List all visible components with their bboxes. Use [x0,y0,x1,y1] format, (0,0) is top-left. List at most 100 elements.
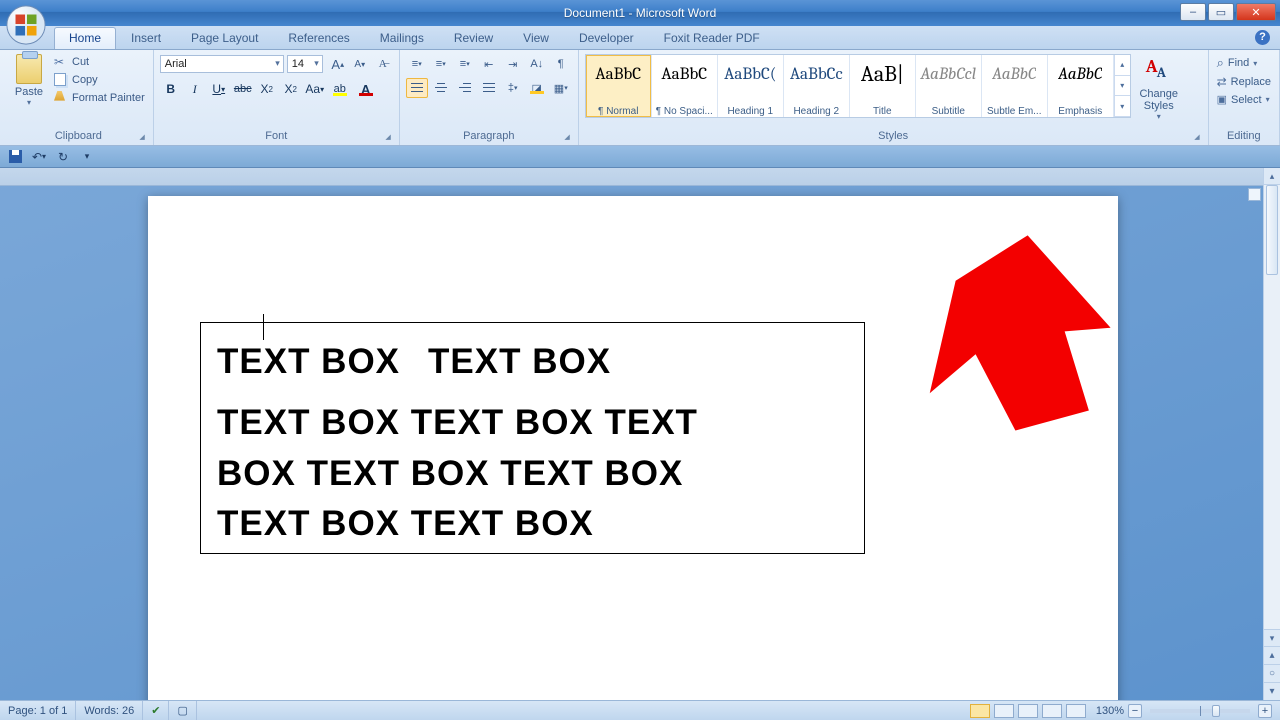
tab-view[interactable]: View [508,27,564,49]
zoom-slider-thumb[interactable] [1212,705,1220,717]
subscript-button[interactable]: X2 [256,78,278,100]
styles-gallery[interactable]: AaBbC¶ NormalAaBbC¶ No Spaci...AaBbC(Hea… [585,54,1131,118]
close-button[interactable]: ✕ [1236,3,1276,21]
underline-button[interactable]: U▾ [208,78,230,100]
group-clipboard: Paste ▾ Cut Copy Format Painter Clipboar… [4,50,154,145]
grow-font-button[interactable]: A▴ [328,54,348,74]
tab-references[interactable]: References [273,27,364,49]
shading-button[interactable]: ◪ [526,78,548,98]
styles-scroll[interactable]: ▴▾▾ [1114,55,1130,117]
view-print-layout-button[interactable] [970,704,990,718]
group-label-font: Font [160,128,393,145]
brush-icon [54,91,68,105]
clear-formatting-button[interactable]: A̶ [373,54,393,74]
minimize-button[interactable]: – [1180,3,1206,21]
vertical-scrollbar[interactable]: ▴ ▾ ▴ ○ ▾ [1263,168,1280,700]
maximize-button[interactable]: ▭ [1208,3,1234,21]
view-full-screen-button[interactable] [994,704,1014,718]
replace-button[interactable]: Replace [1215,74,1273,90]
scroll-up-button[interactable]: ▴ [1264,168,1280,185]
font-size-combo[interactable]: 14 [287,55,323,73]
zoom-out-button[interactable]: − [1128,704,1142,718]
sort-button[interactable]: A↓ [526,54,548,74]
status-words[interactable]: Words: 26 [76,701,143,720]
tab-foxit[interactable]: Foxit Reader PDF [649,27,775,49]
zoom-slider[interactable] [1150,709,1250,713]
select-icon [1217,93,1227,106]
group-styles: AaBbC¶ NormalAaBbC¶ No Spaci...AaBbC(Hea… [579,50,1209,145]
paste-button[interactable]: Paste ▾ [10,54,48,107]
view-draft-button[interactable] [1066,704,1086,718]
prev-page-button[interactable]: ▴ [1264,646,1280,664]
horizontal-ruler[interactable] [0,168,1263,186]
next-page-button[interactable]: ▾ [1264,682,1280,700]
bold-button[interactable]: B [160,78,182,100]
find-button[interactable]: Find [1215,54,1273,72]
ruler-toggle-button[interactable] [1248,188,1261,201]
zoom-in-button[interactable]: + [1258,704,1272,718]
status-macro[interactable]: ▢ [169,701,196,720]
qat-customize-button[interactable]: ▾ [78,148,96,166]
group-label-editing: Editing [1215,128,1273,145]
scroll-thumb[interactable] [1266,185,1278,275]
shrink-font-button[interactable]: A▾ [350,54,370,74]
window-title: Document1 - Microsoft Word [564,6,717,20]
group-editing: Find Replace Select Editing [1209,50,1280,145]
align-right-button[interactable] [454,78,476,98]
strike-button[interactable]: abc [232,78,254,100]
change-case-button[interactable]: Aa▾ [304,78,326,100]
italic-button[interactable]: I [184,78,206,100]
status-page[interactable]: Page: 1 of 1 [0,701,76,720]
copy-button[interactable]: Copy [52,72,147,88]
style-item-heading-2[interactable]: AaBbCcHeading 2 [784,55,850,117]
tab-developer[interactable]: Developer [564,27,649,49]
office-button[interactable] [5,4,47,46]
status-proofing[interactable]: ✔ [143,701,169,720]
tab-mailings[interactable]: Mailings [365,27,439,49]
style-item-heading-1[interactable]: AaBbC(Heading 1 [718,55,784,117]
align-center-button[interactable] [430,78,452,98]
zoom-level[interactable]: 130% [1096,705,1124,717]
view-outline-button[interactable] [1042,704,1062,718]
qat-undo-button[interactable]: ↶▾ [30,148,48,166]
document-workspace[interactable]: TEXT BOXTEXT BOX TEXT BOX TEXT BOX TEXT … [0,168,1263,700]
format-painter-button[interactable]: Format Painter [52,90,147,106]
tab-page-layout[interactable]: Page Layout [176,27,273,49]
change-styles-button[interactable]: Change Styles ▾ [1135,54,1183,121]
borders-button[interactable]: ▦▾ [550,78,572,98]
browse-object-button[interactable]: ○ [1264,664,1280,682]
style-item-emphasis[interactable]: AaBbCEmphasis [1048,55,1114,117]
cut-button[interactable]: Cut [52,54,147,70]
tab-insert[interactable]: Insert [116,27,176,49]
scroll-down-button[interactable]: ▾ [1264,629,1280,646]
increase-indent-button[interactable]: ⇥ [502,54,524,74]
qat-save-button[interactable] [6,148,24,166]
qat-redo-button[interactable]: ↻ [54,148,72,166]
page[interactable]: TEXT BOXTEXT BOX TEXT BOX TEXT BOX TEXT … [148,196,1118,700]
font-name-combo[interactable]: Arial [160,55,284,73]
select-button[interactable]: Select [1215,92,1273,107]
style-item--normal[interactable]: AaBbC¶ Normal [586,55,652,117]
font-color-button[interactable]: A [354,78,378,100]
view-web-layout-button[interactable] [1018,704,1038,718]
style-item-title[interactable]: AaB|Title [850,55,916,117]
numbering-button[interactable]: ≡▾ [430,54,452,74]
highlight-button[interactable]: ab [328,78,352,100]
line-spacing-button[interactable]: ‡▾ [502,78,524,98]
show-marks-button[interactable]: ¶ [550,54,572,74]
tab-review[interactable]: Review [439,27,508,49]
decrease-indent-button[interactable]: ⇤ [478,54,500,74]
style-item--no-spaci-[interactable]: AaBbC¶ No Spaci... [652,55,718,117]
tab-home[interactable]: Home [54,27,116,49]
change-styles-icon [1146,56,1172,86]
help-icon[interactable]: ? [1255,30,1270,45]
multilevel-button[interactable]: ≡▾ [454,54,476,74]
bullets-button[interactable]: ≡▾ [406,54,428,74]
style-item-subtle-em-[interactable]: AaBbCSubtle Em... [982,55,1048,117]
text-box[interactable]: TEXT BOXTEXT BOX TEXT BOX TEXT BOX TEXT … [200,322,865,554]
align-left-button[interactable] [406,78,428,98]
style-item-subtitle[interactable]: AaBbCclSubtitle [916,55,982,117]
group-label-styles: Styles [585,128,1202,145]
justify-button[interactable] [478,78,500,98]
superscript-button[interactable]: X2 [280,78,302,100]
